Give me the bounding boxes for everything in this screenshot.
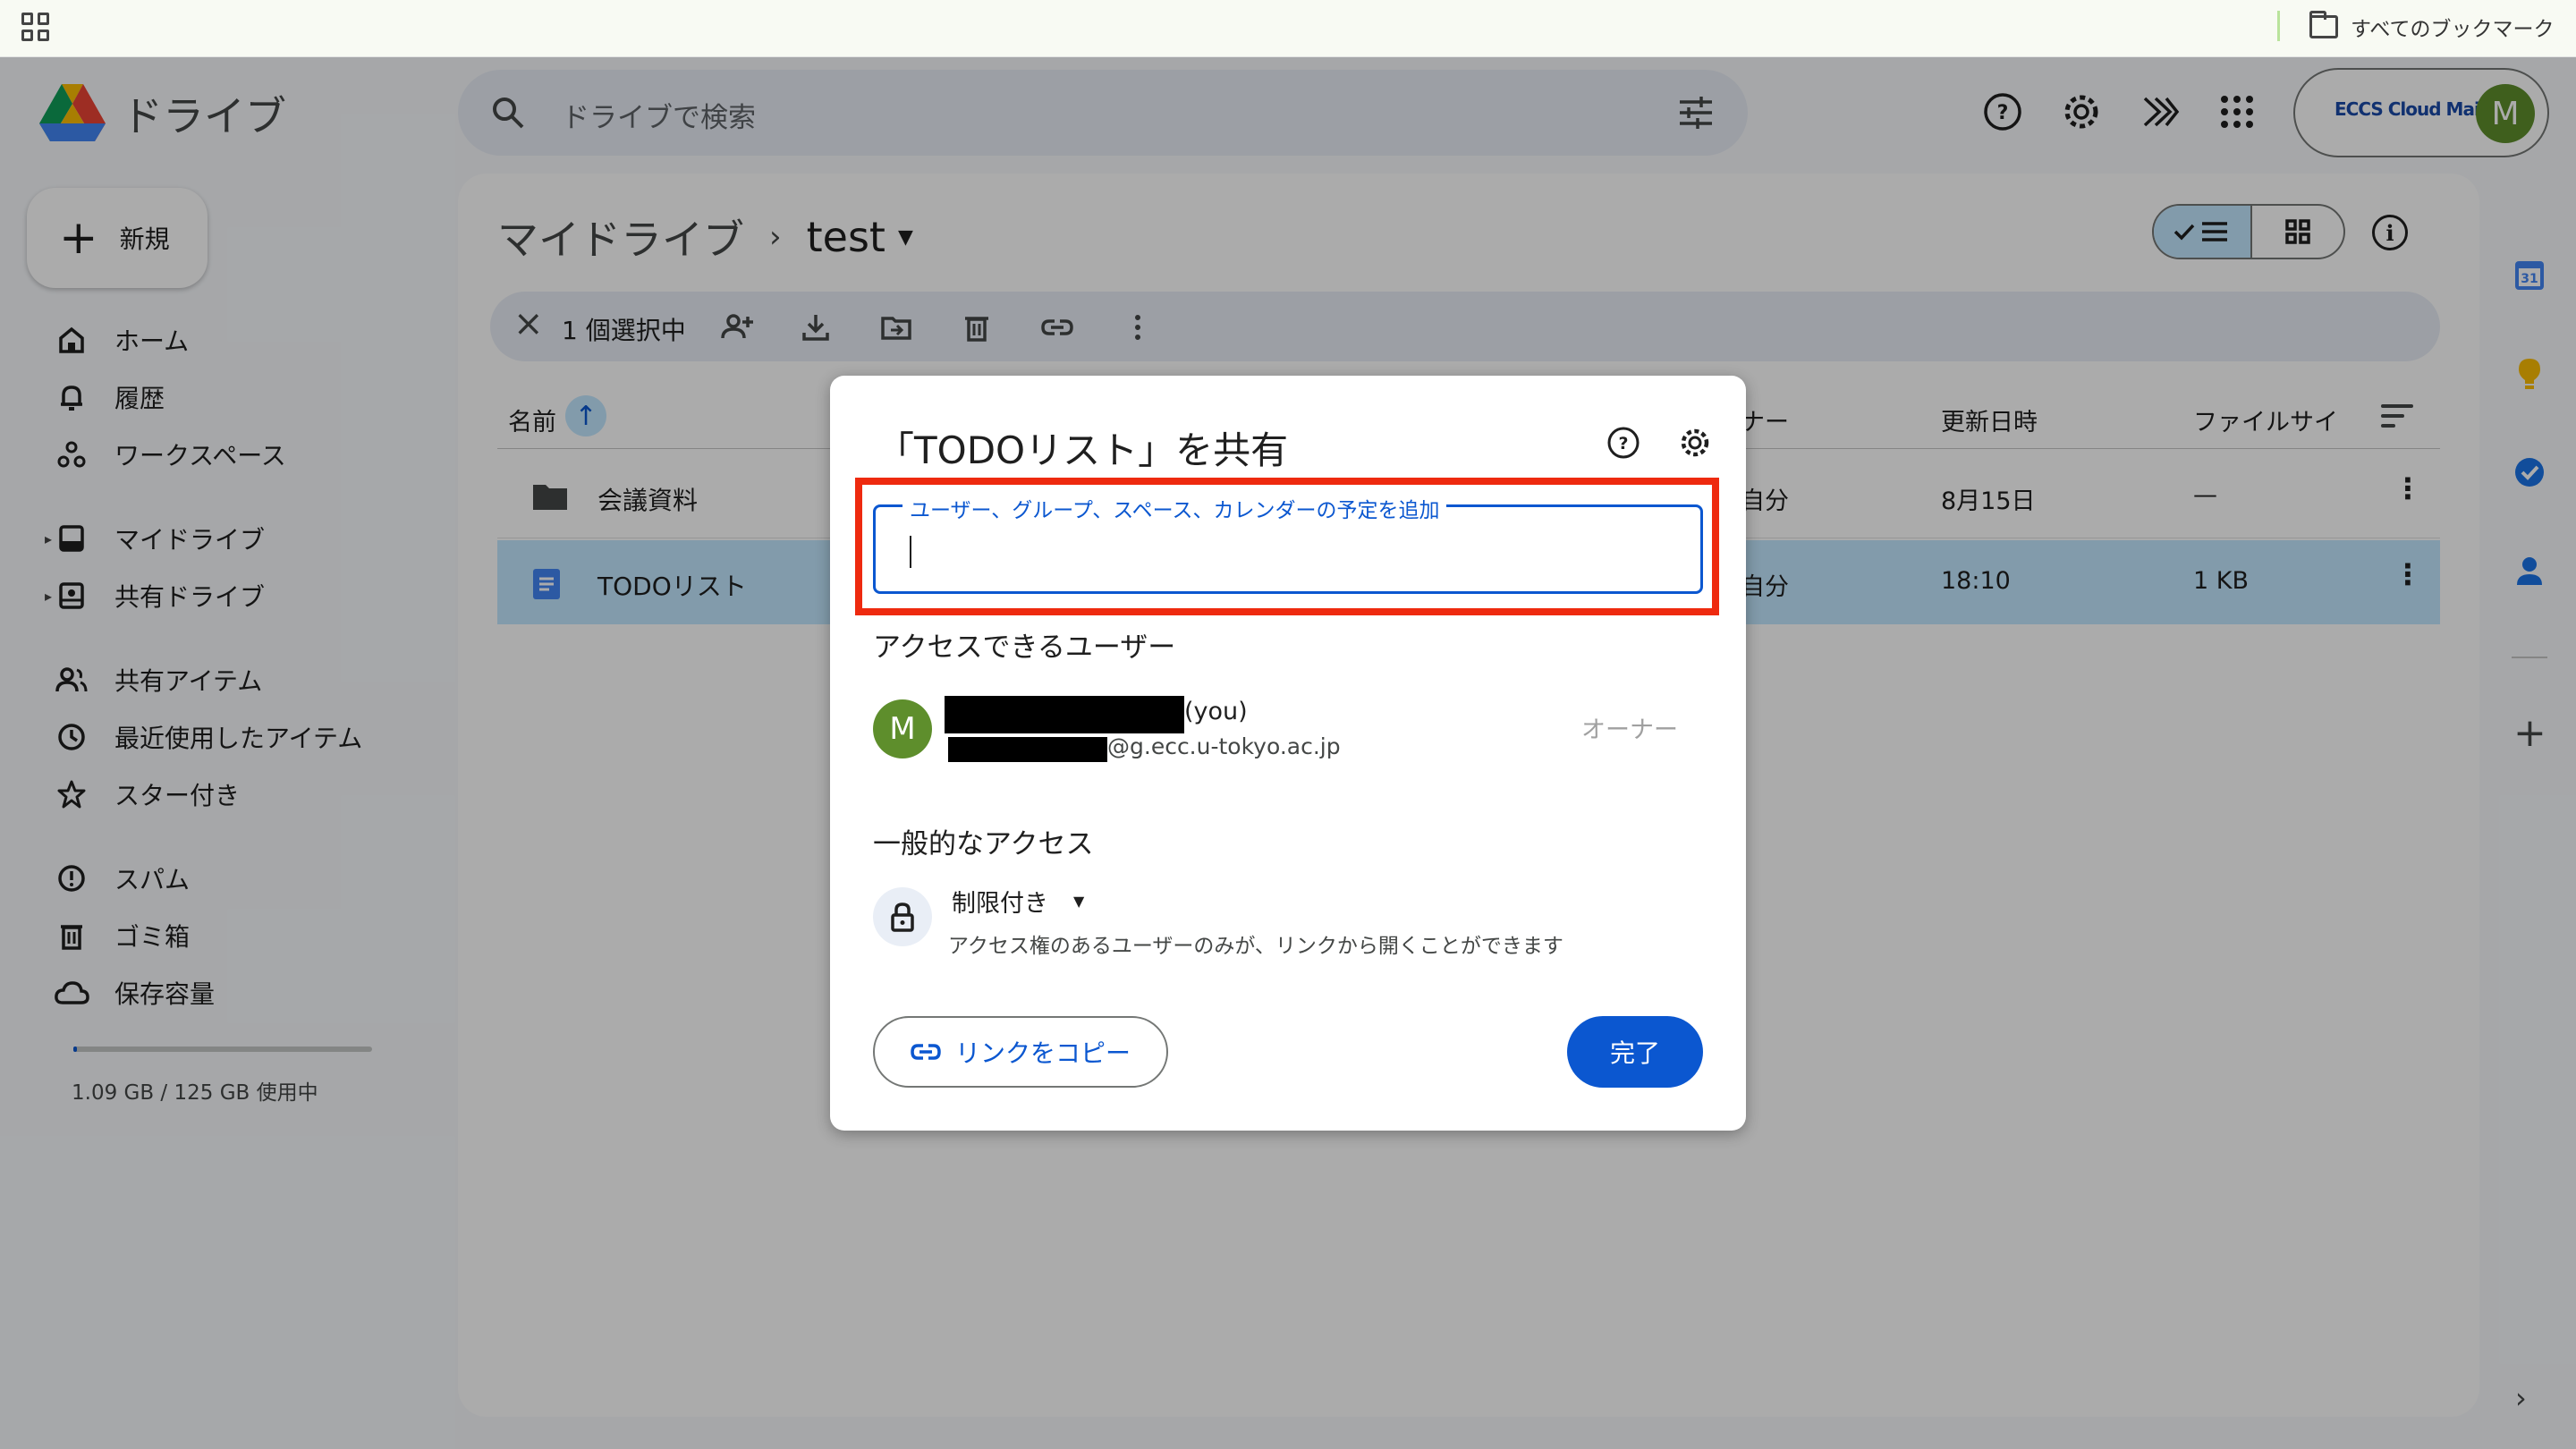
user-email-domain: @g.ecc.u-tokyo.ac.jp	[1107, 733, 1341, 759]
add-people-field-label: ユーザー、グループ、スペース、カレンダーの予定を追加	[902, 493, 1447, 523]
dialog-title: 「TODOリスト」を共有	[877, 428, 1289, 472]
share-settings-gear-icon[interactable]	[1678, 426, 1712, 460]
all-bookmarks-label: すべてのブックマーク	[2351, 18, 2555, 41]
copy-link-button[interactable]: リンクをコピー	[873, 1016, 1168, 1088]
apps-grid-icon[interactable]	[21, 13, 50, 41]
people-with-access-heading: アクセスできるユーザー	[873, 631, 1176, 664]
text-cursor	[910, 536, 911, 568]
share-dialog: 「TODOリスト」を共有 ? ユーザー、グループ、スペース、カレンダーの予定を追…	[830, 376, 1746, 1131]
redacted-email	[948, 737, 1107, 762]
bookmark-bar: すべてのブックマーク	[0, 0, 2576, 57]
add-people-field[interactable]: ユーザー、グループ、スペース、カレンダーの予定を追加	[873, 493, 1703, 594]
done-button[interactable]: 完了	[1567, 1016, 1703, 1088]
user-you-label: (you)	[1184, 698, 1248, 725]
all-bookmarks-button[interactable]: すべてのブックマーク	[2309, 11, 2554, 43]
bookmark-separator	[2277, 11, 2280, 41]
add-people-input[interactable]	[906, 527, 1675, 573]
redacted-name	[945, 696, 1184, 733]
help-icon[interactable]: ?	[1606, 426, 1640, 460]
copy-link-label: リンクをコピー	[954, 1038, 1131, 1068]
lock-icon	[873, 887, 932, 946]
folder-icon	[2309, 11, 2338, 38]
access-description: アクセス権のあるユーザーのみが、リンクから開くことができます	[948, 935, 1563, 958]
general-access-dropdown[interactable]: 制限付き ▼	[952, 884, 1084, 919]
svg-text:?: ?	[1618, 434, 1628, 453]
dropdown-arrow-icon: ▼	[1073, 893, 1085, 910]
user-avatar: M	[873, 699, 932, 758]
general-access-heading: 一般的なアクセス	[873, 828, 1094, 860]
access-level-label: 制限付き	[952, 890, 1048, 918]
user-role: オーナー	[1581, 716, 1678, 744]
link-icon	[911, 1044, 941, 1060]
